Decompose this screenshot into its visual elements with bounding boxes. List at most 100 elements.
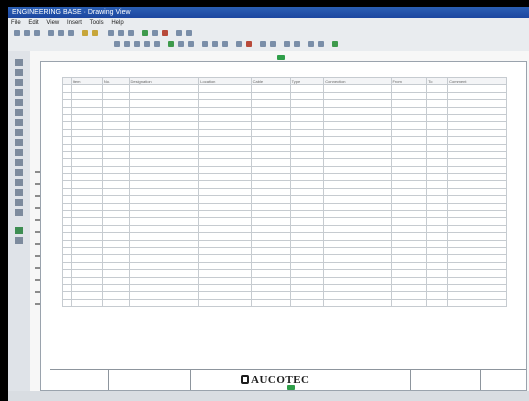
select-icon[interactable] bbox=[114, 41, 120, 47]
page-marker-top-icon[interactable] bbox=[277, 55, 285, 60]
table-row[interactable] bbox=[62, 246, 507, 256]
table-row[interactable] bbox=[62, 84, 507, 93]
table-row[interactable] bbox=[62, 150, 507, 160]
align-right-icon[interactable] bbox=[222, 41, 228, 47]
print-icon[interactable] bbox=[108, 30, 114, 36]
hatch-tool-icon[interactable] bbox=[15, 179, 23, 186]
window-titlebar[interactable]: ENGINEERING BASE · Drawing View bbox=[8, 7, 529, 18]
table-row[interactable] bbox=[62, 106, 507, 115]
filter-tool-icon[interactable] bbox=[15, 237, 23, 244]
table-row[interactable] bbox=[62, 136, 507, 145]
device-tool-icon[interactable] bbox=[15, 169, 23, 176]
grid-icon[interactable] bbox=[152, 30, 158, 36]
column-header[interactable]: Cable bbox=[250, 76, 291, 86]
zoom-out-icon[interactable] bbox=[128, 30, 134, 36]
menu-item-tools[interactable]: Tools bbox=[87, 18, 107, 28]
delete-icon[interactable] bbox=[162, 30, 168, 36]
ungroup-icon[interactable] bbox=[294, 41, 300, 47]
cable-tool-icon[interactable] bbox=[15, 149, 23, 156]
line-icon[interactable] bbox=[124, 41, 130, 47]
mirror-icon[interactable] bbox=[318, 41, 324, 47]
erase-icon[interactable] bbox=[246, 41, 252, 47]
symbol-icon[interactable] bbox=[178, 41, 184, 47]
image-tool-icon[interactable] bbox=[15, 199, 23, 206]
table-row[interactable] bbox=[62, 195, 507, 204]
save-icon[interactable] bbox=[34, 30, 40, 36]
menu-item-view[interactable]: View bbox=[43, 18, 62, 28]
terminal-tool-icon[interactable] bbox=[15, 159, 23, 166]
rotate-icon[interactable] bbox=[308, 41, 314, 47]
text-tool-icon[interactable] bbox=[15, 119, 23, 126]
new-icon[interactable] bbox=[14, 30, 20, 36]
menu-item-help[interactable]: Help bbox=[108, 18, 126, 28]
table-row[interactable] bbox=[62, 298, 507, 308]
table-row[interactable] bbox=[62, 121, 507, 130]
column-header[interactable]: Designation bbox=[128, 76, 200, 86]
column-header[interactable]: To bbox=[426, 76, 449, 86]
table-row[interactable] bbox=[62, 99, 507, 108]
symbol-tool-icon[interactable] bbox=[15, 129, 23, 136]
menu-item-edit[interactable]: Edit bbox=[25, 18, 41, 28]
table-icon[interactable] bbox=[188, 41, 194, 47]
rectangle-icon[interactable] bbox=[134, 41, 140, 47]
layer-tool-icon[interactable] bbox=[15, 227, 23, 234]
table-row[interactable] bbox=[62, 283, 507, 293]
column-header[interactable]: No. bbox=[101, 76, 130, 86]
drawing-canvas[interactable]: Item No. Designation Location Cable Type Conne… bbox=[30, 51, 529, 391]
table-row[interactable] bbox=[62, 269, 507, 278]
line-tool-icon[interactable] bbox=[15, 89, 23, 96]
align-center-icon[interactable] bbox=[212, 41, 218, 47]
table-row[interactable] bbox=[62, 224, 507, 234]
refresh-icon[interactable] bbox=[142, 30, 148, 36]
column-header[interactable]: Comment bbox=[447, 76, 507, 86]
table-row[interactable] bbox=[62, 239, 507, 249]
paste-icon[interactable] bbox=[68, 30, 74, 36]
help-icon[interactable] bbox=[186, 30, 192, 36]
arc-tool-icon[interactable] bbox=[15, 99, 23, 106]
measure-icon[interactable] bbox=[260, 41, 266, 47]
table-row[interactable] bbox=[62, 173, 507, 182]
undo-icon[interactable] bbox=[82, 30, 88, 36]
cut-icon[interactable] bbox=[48, 30, 54, 36]
column-header[interactable]: Item bbox=[70, 76, 103, 86]
wire-tool-icon[interactable] bbox=[15, 139, 23, 146]
layer-icon[interactable] bbox=[236, 41, 242, 47]
zoom-in-icon[interactable] bbox=[118, 30, 124, 36]
properties-icon[interactable] bbox=[176, 30, 182, 36]
table-row[interactable] bbox=[62, 187, 507, 197]
circle-icon[interactable] bbox=[144, 41, 150, 47]
link-tool-icon[interactable] bbox=[15, 209, 23, 216]
table-row[interactable] bbox=[62, 143, 507, 152]
column-header[interactable]: Location bbox=[198, 76, 252, 86]
open-icon[interactable] bbox=[24, 30, 30, 36]
check-icon[interactable] bbox=[332, 41, 338, 47]
column-header[interactable] bbox=[62, 76, 72, 86]
zoom-tool-icon[interactable] bbox=[15, 79, 23, 86]
pan-tool-icon[interactable] bbox=[15, 69, 23, 76]
page-marker-bottom-icon[interactable] bbox=[287, 385, 295, 390]
dimension-tool-icon[interactable] bbox=[15, 189, 23, 196]
column-header[interactable]: Type bbox=[289, 76, 325, 86]
table-row[interactable] bbox=[62, 158, 507, 167]
align-left-icon[interactable] bbox=[202, 41, 208, 47]
redo-icon[interactable] bbox=[92, 30, 98, 36]
connect-icon[interactable] bbox=[168, 41, 174, 47]
box-tool-icon[interactable] bbox=[15, 109, 23, 116]
table-row[interactable] bbox=[62, 261, 507, 271]
table-row[interactable] bbox=[62, 180, 507, 189]
snap-icon[interactable] bbox=[270, 41, 276, 47]
table-row[interactable] bbox=[62, 165, 507, 175]
column-header[interactable]: From bbox=[390, 76, 428, 86]
table-row[interactable] bbox=[62, 202, 507, 212]
table-row[interactable] bbox=[62, 113, 507, 123]
table-row[interactable] bbox=[62, 232, 507, 241]
menu-item-file[interactable]: File bbox=[8, 18, 24, 28]
table-row[interactable] bbox=[62, 210, 507, 219]
table-row[interactable] bbox=[62, 217, 507, 226]
group-icon[interactable] bbox=[284, 41, 290, 47]
table-row[interactable] bbox=[62, 276, 507, 285]
copy-icon[interactable] bbox=[58, 30, 64, 36]
table-row[interactable] bbox=[62, 128, 507, 138]
column-header[interactable]: Connection bbox=[323, 76, 392, 86]
table-row[interactable] bbox=[62, 91, 507, 101]
